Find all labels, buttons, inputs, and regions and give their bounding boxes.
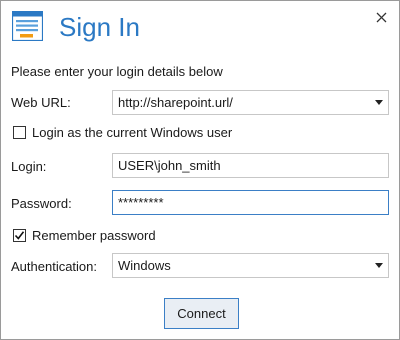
web-url-value: http://sharepoint.url/ (118, 95, 233, 110)
remember-password-label: Remember password (32, 228, 156, 243)
web-url-select[interactable]: http://sharepoint.url/ (112, 90, 389, 115)
login-label: Login: (11, 159, 47, 174)
chevron-down-icon (374, 261, 384, 271)
close-button[interactable] (371, 7, 391, 27)
password-value: ********* (118, 195, 164, 210)
login-input[interactable]: USER\john_smith (112, 153, 389, 178)
form-window-icon (11, 10, 44, 42)
login-value: USER\john_smith (118, 158, 221, 173)
login-windows-option[interactable]: Login as the current Windows user (13, 125, 232, 140)
authentication-value: Windows (118, 258, 171, 273)
login-windows-checkbox[interactable] (13, 126, 26, 139)
dialog-title: Sign In (59, 12, 140, 42)
login-windows-label: Login as the current Windows user (32, 125, 233, 140)
password-label: Password: (11, 196, 72, 211)
chevron-down-icon (374, 98, 384, 108)
remember-password-option[interactable]: Remember password (13, 228, 156, 243)
remember-password-checkbox[interactable] (13, 229, 26, 242)
connect-button[interactable]: Connect (164, 298, 239, 329)
authentication-select[interactable]: Windows (112, 253, 389, 278)
instructions-text: Please enter your login details below (11, 64, 223, 79)
close-icon (376, 12, 386, 22)
password-input[interactable]: ********* (112, 190, 389, 215)
checkmark-icon (14, 231, 25, 240)
web-url-label: Web URL: (11, 95, 71, 110)
authentication-label: Authentication: (11, 259, 98, 274)
sign-in-dialog: Sign In Please enter your login details … (0, 0, 400, 340)
